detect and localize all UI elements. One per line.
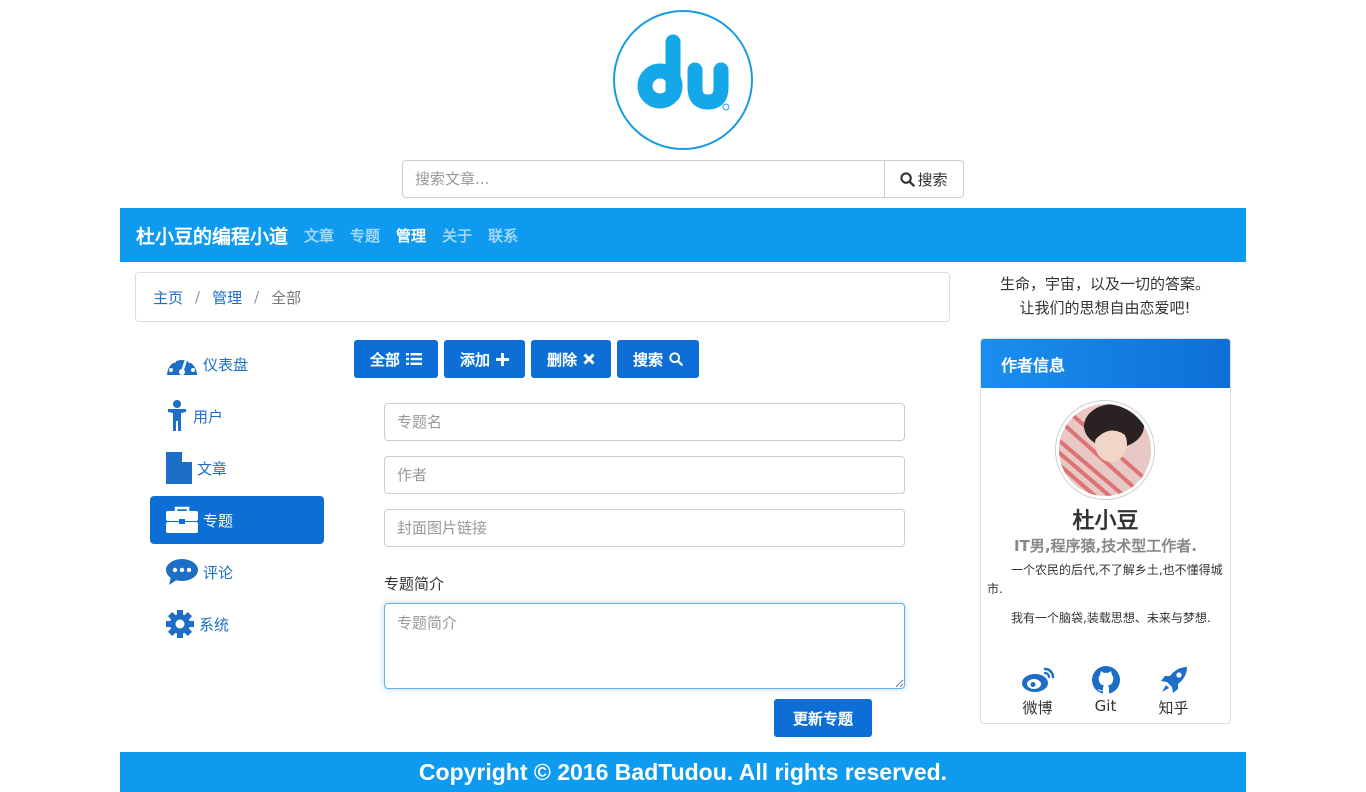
motto-line: 生命，宇宙，以及一切的答案。 bbox=[999, 275, 1210, 293]
sidebar-item-dashboard[interactable]: 仪表盘 bbox=[150, 340, 324, 388]
cover-image-url-input[interactable] bbox=[384, 509, 905, 547]
sidebar-item-topics[interactable]: 专题 bbox=[150, 496, 324, 544]
nav-item-about[interactable]: 关于 bbox=[442, 225, 472, 246]
action-toolbar: 全部 添加 删除 搜索 bbox=[354, 340, 700, 378]
delete-button[interactable]: 删除 bbox=[531, 340, 612, 378]
search-button[interactable]: 搜索 bbox=[884, 160, 964, 198]
briefcase-icon bbox=[165, 506, 199, 534]
gear-icon bbox=[165, 609, 195, 639]
rocket-icon bbox=[1159, 663, 1189, 697]
author-tagline: IT男,程序猿,技术型工作者. bbox=[1014, 537, 1197, 555]
topic-name-input[interactable] bbox=[384, 403, 905, 441]
sidebar-item-label: 专题 bbox=[203, 511, 234, 530]
breadcrumb-home[interactable]: 主页 bbox=[153, 287, 183, 308]
search-input[interactable] bbox=[402, 160, 884, 198]
sidebar-item-label: 系统 bbox=[199, 615, 230, 634]
author-info-panel: 作者信息 杜小豆 IT男,程序猿,技术型工作者. 一个农民的后代,不了解乡土,也… bbox=[980, 338, 1231, 724]
author-desc-paragraph: 我有一个脑袋,装载思想、未来与梦想. bbox=[1011, 611, 1211, 625]
site-motto: 生命，宇宙，以及一切的答案。 让我们的思想自由恋爱吧! bbox=[980, 272, 1230, 320]
site-brand[interactable]: 杜小豆的编程小道 bbox=[136, 222, 288, 249]
social-links: 微博 Git 知乎 bbox=[981, 663, 1230, 718]
search-topics-button[interactable]: 搜索 bbox=[617, 340, 700, 378]
file-icon bbox=[165, 451, 193, 485]
search-icon bbox=[669, 352, 683, 366]
site-logo[interactable] bbox=[613, 10, 753, 150]
close-icon bbox=[583, 353, 595, 365]
breadcrumb-separator: / bbox=[195, 288, 201, 306]
nav-item-manage[interactable]: 管理 bbox=[396, 225, 426, 246]
top-navbar: 杜小豆的编程小道 文章 专题 管理 关于 联系 bbox=[120, 208, 1246, 262]
list-icon bbox=[406, 353, 423, 365]
avatar bbox=[1056, 401, 1154, 499]
breadcrumb-manage[interactable]: 管理 bbox=[212, 287, 242, 308]
search-button-label: 搜索 bbox=[917, 170, 948, 189]
add-button[interactable]: 添加 bbox=[444, 340, 526, 378]
topic-intro-label: 专题简介 bbox=[384, 575, 445, 593]
breadcrumb-separator: / bbox=[254, 288, 260, 306]
author-input[interactable] bbox=[384, 456, 905, 494]
comment-icon bbox=[165, 558, 199, 586]
sidebar-item-label: 文章 bbox=[197, 459, 228, 478]
author-description: 一个农民的后代,不了解乡土,也不懂得城市. 我有一个脑袋,装载思想、未来与梦想. bbox=[987, 561, 1227, 638]
social-link-github[interactable]: Git bbox=[1086, 663, 1126, 718]
update-topic-button[interactable]: 更新专题 bbox=[774, 699, 872, 737]
social-label: 微博 bbox=[1022, 699, 1053, 717]
admin-sidebar: 仪表盘 用户 文章 专题 评论 系统 bbox=[150, 340, 324, 652]
social-link-zhihu[interactable]: 知乎 bbox=[1154, 663, 1194, 718]
motto-line: 让我们的思想自由恋爱吧! bbox=[1019, 299, 1191, 317]
sidebar-item-label: 仪表盘 bbox=[203, 355, 249, 374]
sidebar-item-label: 评论 bbox=[203, 563, 234, 582]
sidebar-item-articles[interactable]: 文章 bbox=[150, 444, 324, 492]
copyright-text: Copyright © 2016 BadTudou. All rights re… bbox=[418, 758, 948, 785]
github-icon bbox=[1091, 663, 1121, 697]
plus-icon bbox=[496, 352, 510, 366]
search-topics-button-label: 搜索 bbox=[633, 350, 664, 369]
nav-item-contact[interactable]: 联系 bbox=[488, 225, 518, 246]
breadcrumb-current: 全部 bbox=[271, 288, 302, 307]
search-icon bbox=[900, 171, 916, 187]
author-name: 杜小豆 bbox=[1072, 509, 1139, 534]
nav-item-articles[interactable]: 文章 bbox=[304, 225, 334, 246]
topic-intro-textarea[interactable] bbox=[384, 603, 905, 689]
sidebar-item-comments[interactable]: 评论 bbox=[150, 548, 324, 596]
delete-button-label: 删除 bbox=[547, 350, 578, 369]
author-desc-paragraph: 一个农民的后代,不了解乡土,也不懂得城市. bbox=[987, 563, 1223, 596]
all-button-label: 全部 bbox=[370, 350, 401, 369]
social-link-weibo[interactable]: 微博 bbox=[1018, 663, 1058, 718]
panel-title: 作者信息 bbox=[981, 339, 1230, 388]
nav-item-topics[interactable]: 专题 bbox=[350, 225, 380, 246]
social-label: Git bbox=[1094, 697, 1117, 715]
weibo-icon bbox=[1021, 663, 1055, 697]
breadcrumb: 主页 / 管理 / 全部 bbox=[135, 272, 950, 322]
add-button-label: 添加 bbox=[460, 350, 491, 369]
sidebar-item-system[interactable]: 系统 bbox=[150, 600, 324, 648]
site-footer: Copyright © 2016 BadTudou. All rights re… bbox=[120, 752, 1246, 792]
dashboard-icon bbox=[165, 350, 199, 378]
social-label: 知乎 bbox=[1158, 699, 1189, 717]
user-icon bbox=[165, 400, 189, 432]
sidebar-item-label: 用户 bbox=[193, 407, 224, 426]
search-bar: 搜索 bbox=[402, 160, 964, 198]
all-button[interactable]: 全部 bbox=[354, 340, 439, 378]
sidebar-item-users[interactable]: 用户 bbox=[150, 392, 324, 440]
